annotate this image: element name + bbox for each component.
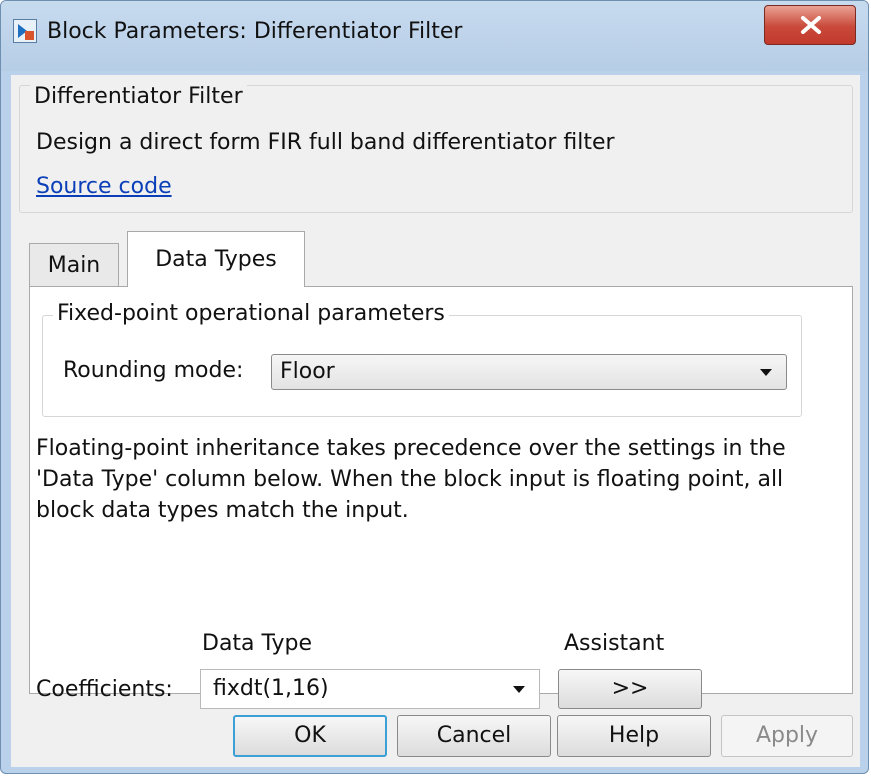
dialog-body: Differentiator Filter Design a direct fo… (11, 75, 860, 767)
tab-main[interactable]: Main (29, 243, 119, 287)
description-text: Design a direct form FIR full band diffe… (36, 130, 615, 155)
source-code-link[interactable]: Source code (36, 174, 172, 199)
coefficients-label: Coefficients: (36, 677, 173, 702)
window-title: Block Parameters: Differentiator Filter (47, 19, 463, 44)
title-bar[interactable]: Block Parameters: Differentiator Filter (1, 1, 868, 71)
tab-data-types[interactable]: Data Types (127, 231, 305, 287)
rounding-mode-label: Rounding mode: (63, 358, 244, 383)
rounding-mode-select[interactable]: Floor (271, 354, 787, 390)
apply-button[interactable]: Apply (721, 715, 853, 757)
help-button[interactable]: Help (557, 715, 711, 757)
data-type-column-header: Data Type (202, 631, 313, 656)
close-button[interactable] (764, 5, 856, 45)
floating-point-info-text: Floating-point inheritance takes precede… (36, 436, 786, 523)
coefficients-data-type-value: fixdt(1,16) (213, 676, 329, 701)
simulink-block-icon (13, 19, 37, 43)
chevron-down-icon (513, 686, 525, 693)
close-icon (801, 16, 821, 34)
cancel-button[interactable]: Cancel (397, 715, 551, 757)
description-group: Differentiator Filter Design a direct fo… (19, 84, 853, 213)
chevron-down-icon (760, 369, 772, 376)
description-group-title: Differentiator Filter (30, 84, 247, 109)
rounding-mode-value: Floor (280, 359, 335, 384)
assistant-column-header: Assistant (564, 631, 665, 656)
fixed-point-group-title: Fixed-point operational parameters (53, 301, 449, 326)
block-parameters-dialog: Block Parameters: Differentiator Filter … (0, 0, 869, 774)
coefficients-assistant-button[interactable]: >> (558, 669, 702, 709)
data-types-panel: Fixed-point operational parameters Round… (29, 286, 853, 709)
ok-button[interactable]: OK (233, 715, 387, 757)
fixed-point-group: Fixed-point operational parameters Round… (42, 301, 802, 417)
coefficients-data-type-combo[interactable]: fixdt(1,16) (200, 669, 540, 709)
